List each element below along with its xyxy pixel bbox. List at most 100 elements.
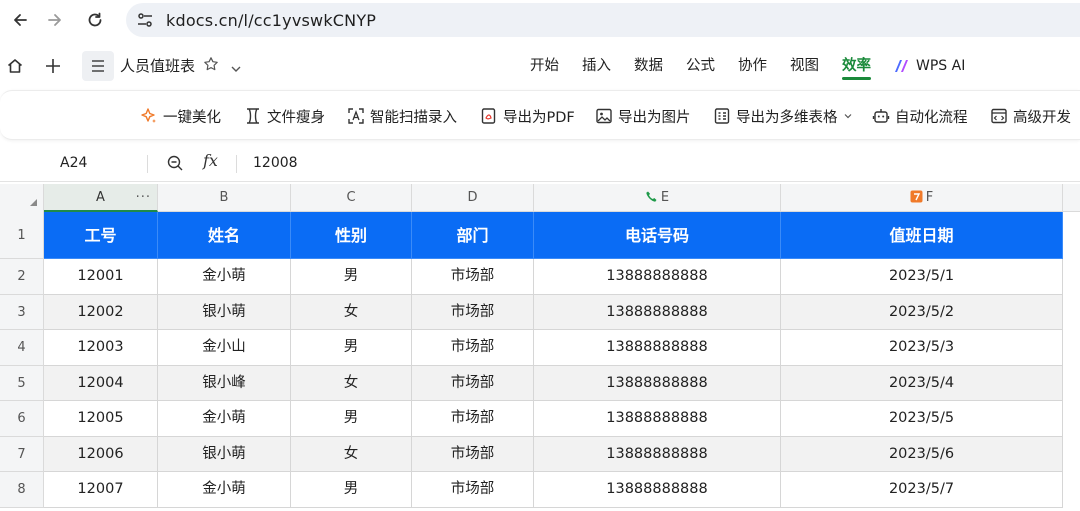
chevron-down-icon[interactable] xyxy=(843,111,853,121)
row-header-2[interactable]: 2 xyxy=(0,259,44,295)
cell-name[interactable]: 金小萌 xyxy=(158,259,291,295)
cell-duty-date[interactable]: 2023/5/6 xyxy=(781,436,1063,472)
cell-employee-id[interactable]: 12007 xyxy=(44,472,158,508)
beautify-button[interactable]: 一键美化 xyxy=(140,91,221,141)
cell-gender[interactable]: 男 xyxy=(291,401,412,437)
tab-start[interactable]: 开始 xyxy=(530,44,559,88)
ribbon-item-label: 导出为多维表格 xyxy=(736,109,838,126)
url-text[interactable]: kdocs.cn/l/cc1yvswkCNYP xyxy=(166,11,376,30)
tab-formula[interactable]: 公式 xyxy=(686,44,715,88)
cell-name[interactable]: 银小萌 xyxy=(158,294,291,330)
row-header-5[interactable]: 5 xyxy=(0,365,44,401)
select-all-corner[interactable] xyxy=(0,184,44,212)
menu-hamburger-icon[interactable] xyxy=(82,51,114,81)
cell-name[interactable]: 金小萌 xyxy=(158,401,291,437)
cell-department[interactable]: 市场部 xyxy=(412,294,534,330)
formula-input[interactable]: 12008 xyxy=(253,155,298,171)
cell-duty-date[interactable]: 2023/5/2 xyxy=(781,294,1063,330)
column-header-b[interactable]: B xyxy=(158,184,291,212)
tab-collaborate[interactable]: 协作 xyxy=(738,44,767,88)
column-header-f[interactable]: F xyxy=(781,184,1063,212)
address-bar[interactable]: kdocs.cn/l/cc1yvswkCNYP xyxy=(126,3,1080,37)
cell-gender[interactable]: 女 xyxy=(291,294,412,330)
smart-scan-button[interactable]: 智能扫描录入 xyxy=(347,91,457,141)
zoom-search-icon[interactable] xyxy=(166,154,184,176)
ribbon-item-label: 导出为图片 xyxy=(618,109,691,126)
automation-button[interactable]: 自动化流程 xyxy=(872,91,968,141)
cell-employee-id[interactable]: 12003 xyxy=(44,330,158,366)
cell-name[interactable]: 金小萌 xyxy=(158,472,291,508)
cell-employee-id[interactable]: 12004 xyxy=(44,365,158,401)
header-cell-name[interactable]: 姓名 xyxy=(158,212,291,259)
cell-gender[interactable]: 男 xyxy=(291,472,412,508)
reload-icon[interactable] xyxy=(75,0,115,40)
row-header-6[interactable]: 6 xyxy=(0,401,44,437)
cell-department[interactable]: 市场部 xyxy=(412,365,534,401)
header-cell-gender[interactable]: 性别 xyxy=(291,212,412,259)
column-header-d[interactable]: D xyxy=(412,184,534,212)
cell-name[interactable]: 金小山 xyxy=(158,330,291,366)
cell-phone[interactable]: 13888888888 xyxy=(534,259,781,295)
cell-gender[interactable]: 男 xyxy=(291,330,412,366)
tab-efficiency[interactable]: 效率 xyxy=(842,44,871,88)
row-header-8[interactable]: 8 xyxy=(0,472,44,508)
cell-gender[interactable]: 男 xyxy=(291,259,412,295)
export-pdf-button[interactable]: 导出为PDF xyxy=(480,91,575,141)
cell-department[interactable]: 市场部 xyxy=(412,330,534,366)
cell-name[interactable]: 银小萌 xyxy=(158,436,291,472)
row-header-1[interactable]: 1 xyxy=(0,212,44,259)
cell-name[interactable]: 银小峰 xyxy=(158,365,291,401)
wps-ai-icon xyxy=(895,60,908,72)
header-cell-employee-id[interactable]: 工号 xyxy=(44,212,158,259)
cell-duty-date[interactable]: 2023/5/1 xyxy=(781,259,1063,295)
cell-department[interactable]: 市场部 xyxy=(412,401,534,437)
tab-insert[interactable]: 插入 xyxy=(582,44,611,88)
back-arrow-icon[interactable] xyxy=(0,0,40,40)
cell-duty-date[interactable]: 2023/5/5 xyxy=(781,401,1063,437)
export-image-button[interactable]: 导出为图片 xyxy=(595,91,691,141)
cell-phone[interactable]: 13888888888 xyxy=(534,365,781,401)
cell-duty-date[interactable]: 2023/5/7 xyxy=(781,472,1063,508)
cell-phone[interactable]: 13888888888 xyxy=(534,472,781,508)
tab-view[interactable]: 视图 xyxy=(790,44,819,88)
column-header-a[interactable]: A ··· xyxy=(44,184,158,212)
column-header-c[interactable]: C xyxy=(291,184,412,212)
cell-phone[interactable]: 13888888888 xyxy=(534,330,781,366)
cell-phone[interactable]: 13888888888 xyxy=(534,294,781,330)
row-header-4[interactable]: 4 xyxy=(0,330,44,366)
cell-gender[interactable]: 女 xyxy=(291,436,412,472)
row-header-3[interactable]: 3 xyxy=(0,294,44,330)
cell-gender[interactable]: 女 xyxy=(291,365,412,401)
header-cell-duty-date[interactable]: 值班日期 xyxy=(781,212,1063,259)
star-icon[interactable] xyxy=(203,56,219,76)
column-header-e[interactable]: E xyxy=(534,184,781,212)
header-cell-department[interactable]: 部门 xyxy=(412,212,534,259)
cell-phone[interactable]: 13888888888 xyxy=(534,401,781,437)
cell-duty-date[interactable]: 2023/5/4 xyxy=(781,365,1063,401)
cell-reference-box[interactable]: A24 xyxy=(60,155,87,171)
file-slim-button[interactable]: 文件瘦身 xyxy=(244,91,325,141)
row-header-7[interactable]: 7 xyxy=(0,436,44,472)
cell-department[interactable]: 市场部 xyxy=(412,259,534,295)
tab-data[interactable]: 数据 xyxy=(634,44,663,88)
document-title[interactable]: 人员值班表 xyxy=(120,44,195,88)
home-icon[interactable] xyxy=(0,44,30,88)
cell-employee-id[interactable]: 12002 xyxy=(44,294,158,330)
fx-icon[interactable]: fx xyxy=(203,151,218,170)
forward-arrow-icon[interactable] xyxy=(35,0,75,40)
cell-employee-id[interactable]: 12001 xyxy=(44,259,158,295)
cell-department[interactable]: 市场部 xyxy=(412,472,534,508)
cell-employee-id[interactable]: 12005 xyxy=(44,401,158,437)
new-plus-icon[interactable] xyxy=(38,44,68,88)
cell-department[interactable]: 市场部 xyxy=(412,436,534,472)
more-options-icon[interactable]: ··· xyxy=(136,184,151,212)
chevron-down-icon[interactable] xyxy=(230,60,242,79)
export-multi-table-button[interactable]: 导出为多维表格 xyxy=(713,91,858,141)
cell-employee-id[interactable]: 12006 xyxy=(44,436,158,472)
cell-phone[interactable]: 13888888888 xyxy=(534,436,781,472)
wps-ai-button[interactable]: WPS AI xyxy=(894,58,965,74)
header-cell-phone[interactable]: 电话号码 xyxy=(534,212,781,259)
site-settings-icon[interactable] xyxy=(130,5,160,35)
advanced-dev-button[interactable]: 高级开发 xyxy=(990,91,1071,141)
cell-duty-date[interactable]: 2023/5/3 xyxy=(781,330,1063,366)
